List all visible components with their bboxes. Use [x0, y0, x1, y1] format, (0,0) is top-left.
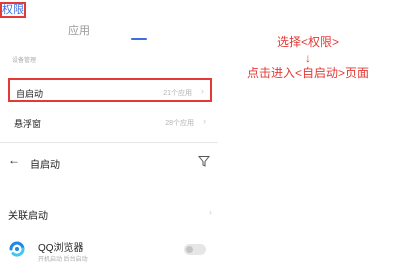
app-status: 开机启动 后台启动	[38, 257, 88, 263]
autostart-count: 21个应用	[163, 90, 192, 97]
associated-start-label[interactable]: 关联启动	[8, 207, 48, 222]
section-label: 设备管理	[12, 58, 37, 64]
tab-bar: 应用 权限	[0, 0, 218, 46]
floating-window-row[interactable]: 悬浮窗 28个应用 ›	[8, 110, 212, 134]
annotation-line2: 点击进入<自启动>页面	[246, 66, 370, 80]
chevron-right-icon: ›	[203, 116, 206, 126]
autostart-row[interactable]: 自启动 21个应用 ›	[8, 78, 212, 102]
tab-apps[interactable]: 应用	[68, 22, 90, 38]
annotation-line1: 选择<权限>	[276, 35, 340, 49]
tab-active-indicator	[131, 38, 147, 40]
autostart-label: 自启动	[16, 89, 44, 99]
toggle-knob	[186, 246, 193, 253]
autostart-panel: ← 自启动 关联启动 › QQ浏览器 开机启动 后台启动	[0, 145, 218, 280]
qq-browser-icon	[8, 240, 26, 263]
floating-window-label: 悬浮窗	[14, 119, 42, 129]
chevron-right-icon: ›	[201, 86, 204, 96]
back-arrow-icon[interactable]: ←	[8, 153, 20, 167]
chevron-right-icon: ›	[209, 207, 212, 217]
autostart-toggle[interactable]	[184, 244, 206, 255]
app-row: QQ浏览器 开机启动 后台启动	[8, 237, 212, 269]
floating-window-count: 28个应用	[165, 120, 194, 127]
app-name: QQ浏览器	[38, 243, 84, 254]
down-arrow-icon: ↓	[305, 51, 311, 65]
tab-permissions[interactable]: 权限	[0, 2, 26, 18]
page-title: 自启动	[30, 160, 60, 171]
filter-icon[interactable]	[197, 154, 211, 172]
autostart-header: ← 自启动	[0, 153, 218, 173]
permissions-panel: 应用 权限 设备管理 自启动 21个应用 › 悬浮窗 28个应用 ›	[0, 0, 218, 143]
instruction-annotation: 选择<权限> ↓ 点击进入<自启动>页面	[228, 34, 388, 82]
